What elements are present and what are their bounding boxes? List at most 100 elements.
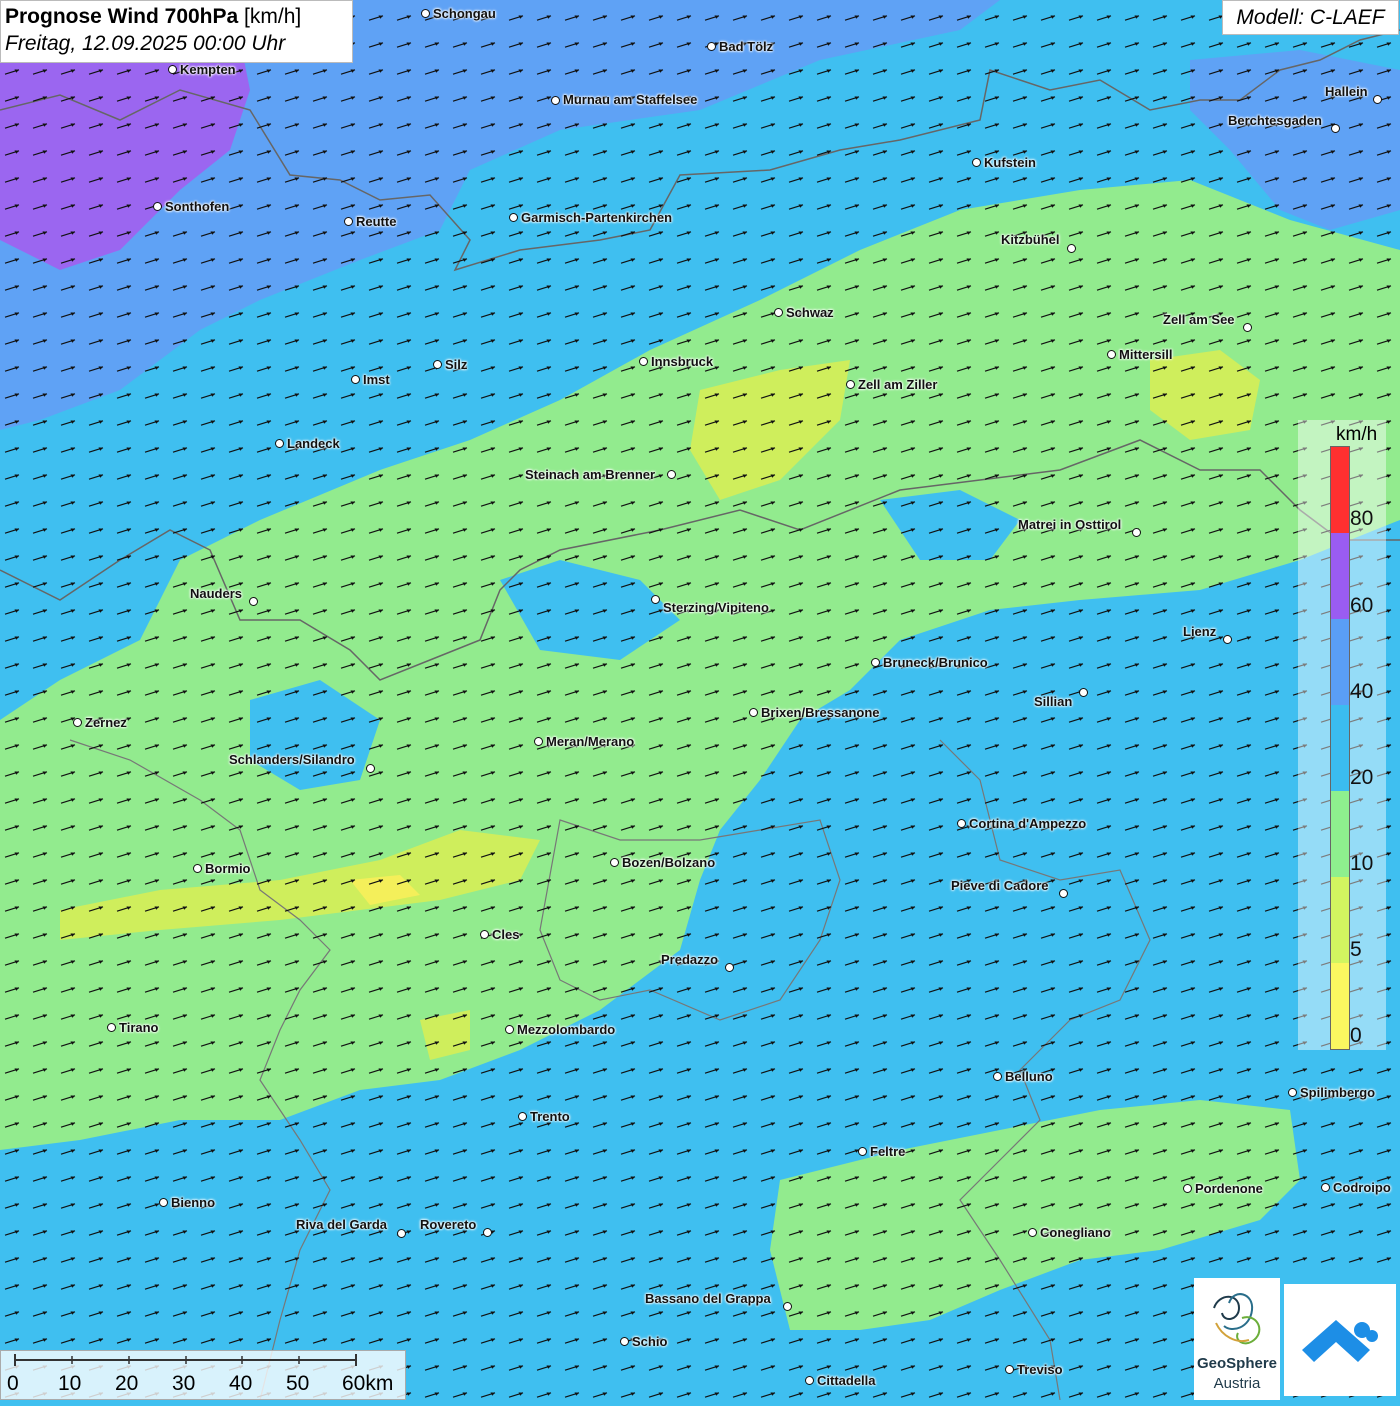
mountain-cloud-icon (1302, 1320, 1378, 1362)
legend-unit: km/h (1336, 424, 1378, 445)
city-marker (159, 1198, 168, 1207)
city-marker (993, 1072, 1002, 1081)
city-label: Innsbruck (651, 354, 714, 369)
city-label: Mittersill (1119, 347, 1173, 362)
city-marker (193, 864, 202, 873)
city-marker (1321, 1183, 1330, 1192)
city-marker (1059, 889, 1068, 898)
city-marker (858, 1147, 867, 1156)
city-label: Silz (445, 357, 468, 372)
scale-label: 20 (115, 1372, 139, 1395)
geosphere-name: GeoSphere (1196, 1355, 1278, 1372)
geosphere-subname: Austria (1213, 1375, 1261, 1392)
city-marker (483, 1228, 492, 1237)
city-marker (1331, 124, 1340, 133)
city-label: Bad Tölz (719, 39, 774, 54)
city-marker (846, 380, 855, 389)
city-label: Treviso (1017, 1362, 1063, 1377)
city-label: Codroipo (1333, 1180, 1391, 1195)
model-label: Modell: C-LAEF (1222, 0, 1399, 35)
city-label: Landeck (287, 436, 340, 451)
city-label: Rovereto (420, 1217, 477, 1232)
legend-segment (1331, 791, 1349, 877)
city-label: Kufstein (984, 155, 1036, 170)
city-marker (366, 764, 375, 773)
city-label: Spilimbergo (1300, 1085, 1376, 1100)
legend-segment (1331, 619, 1349, 705)
city-label: Mezzolombardo (517, 1022, 616, 1037)
city-marker (1132, 528, 1141, 537)
city-marker (344, 217, 353, 226)
scale-label: 50 (286, 1372, 310, 1395)
city-marker (957, 819, 966, 828)
geosphere-logo: GeoSphere Austria (1194, 1278, 1280, 1400)
city-marker (1223, 635, 1232, 644)
legend-label: 80 (1350, 507, 1374, 530)
city-label: Murnau am Staffelsee (563, 92, 698, 107)
city-label: Bormio (205, 861, 251, 876)
city-marker (480, 930, 489, 939)
city-label: Imst (363, 372, 390, 387)
city-marker (783, 1302, 792, 1311)
city-label: Feltre (870, 1144, 906, 1159)
city-marker (1005, 1365, 1014, 1374)
city-label: Predazzo (661, 952, 719, 967)
city-marker (1067, 244, 1076, 253)
city-label: Lienz (1183, 624, 1217, 639)
city-label: Nauders (190, 586, 243, 601)
city-label: Kempten (180, 62, 236, 77)
city-label: Berchtesgaden (1228, 113, 1322, 128)
city-label: Cittadella (817, 1373, 876, 1388)
title-panel: Prognose Wind 700hPa [km/h] Freitag, 12.… (0, 0, 353, 63)
city-label: Tirano (119, 1020, 159, 1035)
legend-segment (1331, 877, 1349, 963)
legend-label: 5 (1350, 938, 1362, 961)
legend-segment (1331, 963, 1349, 1049)
legend-segment (1331, 533, 1349, 619)
city-marker (667, 470, 676, 479)
city-label: Meran/Merano (546, 734, 635, 749)
city-label: Cles (492, 927, 520, 942)
city-marker (805, 1376, 814, 1385)
city-label: Schongau (433, 6, 496, 21)
city-label: Bassano del Grappa (645, 1291, 771, 1306)
title-main: Prognose Wind 700hPa (5, 5, 239, 28)
city-marker (275, 439, 284, 448)
city-label: Conegliano (1040, 1225, 1111, 1240)
legend-segment (1331, 447, 1349, 533)
city-marker (168, 65, 177, 74)
city-marker (1183, 1184, 1192, 1193)
legend-label: 0 (1350, 1024, 1362, 1047)
city-marker (107, 1023, 116, 1032)
scale-label: 60km (342, 1372, 394, 1395)
city-marker (1028, 1228, 1037, 1237)
city-label: Sillian (1034, 694, 1073, 709)
city-label: Cortina d'Ampezzo (969, 816, 1087, 831)
city-marker (1243, 323, 1252, 332)
city-marker (707, 42, 716, 51)
city-marker (871, 658, 880, 667)
city-label: Schwaz (786, 305, 834, 320)
city-label: Riva del Garda (296, 1217, 388, 1232)
city-label: Zernez (85, 715, 127, 730)
legend-label: 10 (1350, 852, 1374, 875)
city-marker (518, 1112, 527, 1121)
city-label: Sterzing/Vipiteno (663, 600, 769, 615)
city-marker (610, 858, 619, 867)
title-unit: [km/h] (244, 5, 302, 28)
city-label: Bruneck/Brunico (883, 655, 988, 670)
city-marker (509, 213, 518, 222)
city-marker (1373, 95, 1382, 104)
city-marker (73, 718, 82, 727)
map-title: Prognose Wind 700hPa [km/h] (5, 4, 352, 30)
legend-segment (1331, 705, 1349, 791)
city-marker (620, 1337, 629, 1346)
geosphere-swirl-icon (1213, 1293, 1261, 1345)
city-label: Pordenone (1195, 1181, 1263, 1196)
city-marker (397, 1229, 406, 1238)
city-label: Steinach am Brenner (525, 467, 656, 482)
city-marker (153, 202, 162, 211)
city-marker (972, 158, 981, 167)
city-label: Schio (632, 1334, 668, 1349)
city-marker (639, 357, 648, 366)
